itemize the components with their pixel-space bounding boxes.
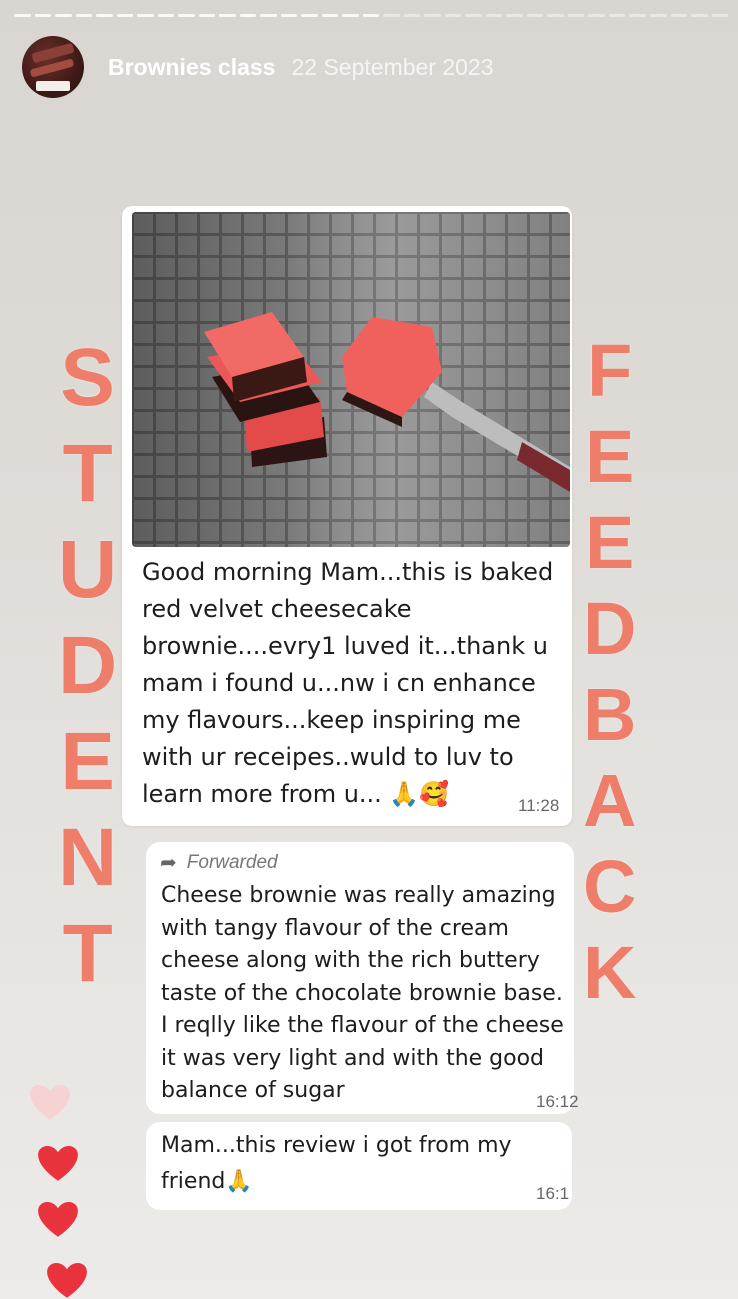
heart-icon [38,1146,78,1182]
heart-icon [47,1263,87,1299]
story-progress-bar [14,14,729,18]
avatar[interactable] [22,36,84,98]
student-word: S T U D E N T [58,332,118,999]
heart-icon [38,1202,78,1238]
message-bubble-photo: Good morning Mam...this is baked red vel… [122,206,572,826]
message-text: Cheese brownie was really amazing with t… [161,883,564,1103]
account-name[interactable]: Brownies class [108,54,275,81]
message-bubble-forwarded: ➦ Forwarded Cheese brownie was really am… [146,842,579,1114]
message-text: Good morning Mam...this is baked red vel… [142,558,554,808]
feedback-word: F E E D B A C K [583,329,637,1014]
message-bubble-last: Mam...this review i got from my friend🙏 … [146,1122,572,1210]
forwarded-label: ➦ Forwarded [160,851,278,875]
message-time: 16:12 [536,1092,579,1111]
forward-arrow-icon: ➦ [160,852,177,874]
brownie-photo [132,212,570,547]
story-header: Brownies class 22 September 2023 [22,36,494,98]
heart-icon [30,1085,70,1121]
message-time: 16:1 [536,1184,570,1203]
message-time: 11:28 [518,796,560,815]
message-text: Mam...this review i got from my friend🙏 [161,1133,512,1194]
story-date: 22 September 2023 [291,53,494,80]
